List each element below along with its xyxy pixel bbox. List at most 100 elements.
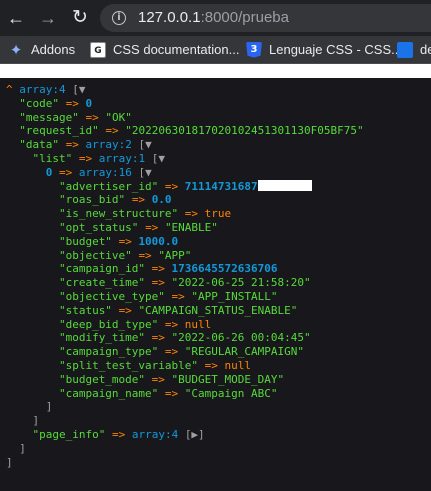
arrow-operator: => (131, 193, 146, 207)
entry-key: "request_id" (19, 124, 99, 138)
arrow-operator: => (184, 207, 199, 221)
close-bracket: ] (19, 441, 26, 455)
bookmark-label: Addons (31, 42, 76, 58)
bookmark-de[interactable]: de (397, 41, 431, 59)
dump-close-root: ] (6, 456, 13, 470)
field-value: true (204, 207, 232, 221)
arrow-operator: => (85, 110, 99, 124)
arrow-operator: => (118, 234, 132, 248)
field-key: "budget_mode" (58, 372, 146, 386)
arrow-operator: => (171, 290, 185, 303)
dump-entry-code: "code" => 0 (19, 97, 92, 111)
dump-field-row: "campaign_id" => 1736645572636706 (59, 262, 278, 276)
field-key: "status" (58, 303, 112, 317)
entry-type: array:1 (98, 152, 146, 165)
field-value: null (224, 359, 252, 372)
field-key: "campaign_id" (58, 262, 146, 276)
entry-value: "OK" (105, 110, 132, 124)
dump-field-row: "is_new_structure" => true (59, 207, 231, 221)
puzzle-icon: ✦ (9, 40, 23, 59)
dump-field-row: "budget" => 1000.0 (59, 235, 178, 249)
back-arrow-icon[interactable]: ← (6, 8, 26, 28)
bookmark-label: de (420, 42, 431, 58)
field-key: "opt_status" (58, 221, 139, 234)
arrow-operator: => (58, 165, 73, 179)
bookmark-label: Lenguaje CSS - CSS... (269, 42, 402, 58)
field-value: "REGULAR_CAMPAIGN" (184, 345, 305, 359)
arrow-operator: => (164, 386, 179, 400)
entry-type: array:2 (85, 138, 132, 152)
arrow-operator: => (138, 248, 152, 262)
arrow-operator: => (65, 138, 79, 152)
bookmark-addons[interactable]: ✦ Addons (8, 41, 75, 59)
arrow-operator: => (164, 317, 179, 331)
dump-entry-message: "message" => "OK" (19, 111, 132, 125)
arrow-operator: => (164, 179, 179, 193)
entry-key: "list" (32, 152, 73, 165)
bookmark-icon (397, 41, 413, 58)
field-key: "roas_bid" (58, 193, 126, 207)
field-value: "APP" (158, 248, 192, 262)
field-value: "BUDGET_MODE_DAY" (171, 372, 285, 386)
css3-icon: 3 (246, 41, 262, 58)
bookmark-css-documentation[interactable]: G CSS documentation... (90, 41, 239, 59)
var-dump-panel: ^ array:4 [▼ "code" => 0 "message" => "OK"… (0, 78, 431, 491)
field-key: "is_new_structure" (58, 207, 179, 221)
field-key: "create_time" (58, 276, 146, 290)
arrow-operator: => (151, 262, 165, 276)
arrow-operator: => (204, 359, 218, 372)
arrow-operator: => (151, 372, 165, 386)
field-value: "2022-06-25 21:58:20" (171, 276, 311, 290)
entry-type: array:4 (131, 428, 179, 441)
toggle-open-icon[interactable]: [▼ (138, 166, 151, 179)
reload-icon[interactable]: ↻ (70, 8, 90, 28)
arrow-operator: => (111, 428, 126, 441)
close-bracket: ] (45, 400, 53, 414)
bookmark-lenguaje-css[interactable]: 3 Lenguaje CSS - CSS... (246, 41, 402, 59)
field-value: "APP_INSTALL" (191, 290, 278, 303)
dump-entry-data: "data" => array:2 [▼ (19, 138, 151, 152)
close-bracket: ] (32, 414, 40, 428)
info-icon[interactable]: i (112, 11, 126, 25)
arrow-operator: => (78, 152, 93, 165)
dump-entry-list: "list" => array:1 [▼ (32, 152, 164, 166)
dump-close-list: ] (32, 414, 39, 428)
field-key: "budget" (58, 234, 112, 248)
entry-type: array:16 (78, 165, 132, 179)
dump-field-row: "split_test_variable" => null (59, 359, 251, 373)
field-key: "objective_type" (58, 290, 165, 303)
root-type-label: array:4 (19, 83, 66, 96)
browser-toolbar: ← → ↻ i 127.0.0.1:8000/prueba (0, 0, 431, 36)
field-value: 71114731687 (184, 179, 258, 193)
dump-entry-item-0: 0 => array:16 [▼ (46, 166, 152, 180)
field-key: "modify_time" (58, 331, 146, 345)
arrow-operator: => (65, 96, 79, 110)
field-value: "CAMPAIGN_STATUS_ENABLE" (138, 303, 298, 317)
field-key: "deep_bid_type" (58, 317, 159, 331)
field-value: "Campaign ABC" (184, 386, 278, 400)
toggle-open-icon[interactable]: [▼ (138, 138, 151, 151)
redaction-box (257, 179, 312, 191)
entry-key: "code" (19, 96, 59, 110)
toggle-closed-icon[interactable]: [▶] (185, 428, 205, 441)
entry-key: "page_info" (32, 428, 106, 441)
dump-root-line: ^ array:4 [▼ (6, 83, 85, 97)
field-value: 0.0 (151, 193, 172, 207)
forward-arrow-icon[interactable]: → (38, 8, 58, 28)
address-bar[interactable]: i 127.0.0.1:8000/prueba (100, 4, 431, 32)
dump-field-row: "budget_mode" => "BUDGET_MODE_DAY" (59, 373, 284, 387)
collapse-caret-icon[interactable]: ^ (6, 83, 13, 96)
url-text[interactable]: 127.0.0.1:8000/prueba (138, 9, 289, 26)
field-key: "campaign_type" (58, 345, 159, 359)
toggle-open-icon[interactable]: [▼ (72, 83, 85, 96)
page-top-margin (0, 64, 431, 78)
field-key: "objective" (58, 248, 132, 262)
dump-field-row: "advertiser_id" => 71114731687 (59, 179, 312, 194)
arrow-operator: => (118, 303, 132, 317)
field-key: "campaign_name" (58, 386, 159, 400)
toggle-open-icon[interactable]: [▼ (152, 152, 165, 165)
arrow-operator: => (151, 331, 165, 345)
field-value: "2022-06-26 00:04:45" (171, 331, 311, 345)
url-host: 127.0.0.1 (138, 9, 201, 26)
close-bracket: ] (6, 455, 13, 469)
